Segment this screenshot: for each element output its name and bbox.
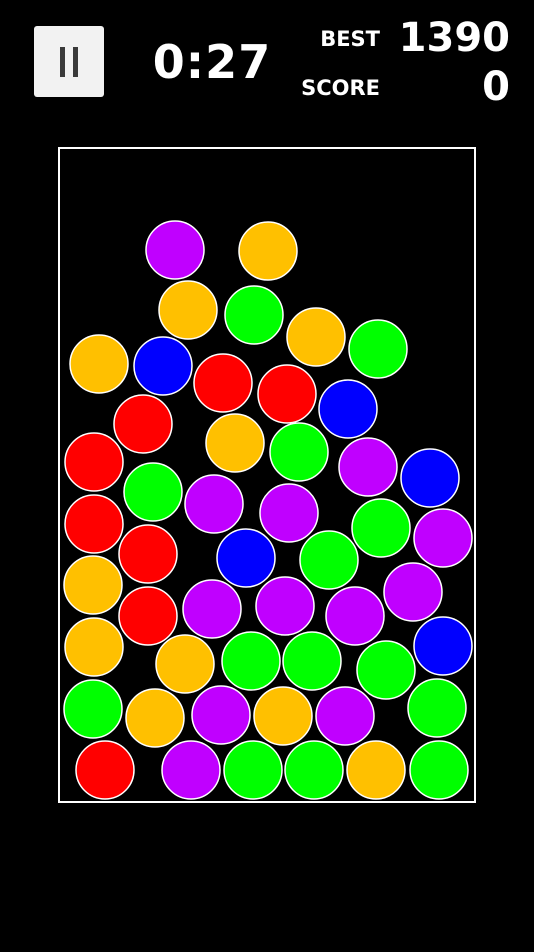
green-ball[interactable]	[224, 285, 284, 345]
green-ball[interactable]	[299, 530, 359, 590]
blue-ball[interactable]	[413, 616, 473, 676]
purple-ball[interactable]	[182, 579, 242, 639]
blue-ball[interactable]	[318, 379, 378, 439]
green-ball[interactable]	[351, 498, 411, 558]
purple-ball[interactable]	[191, 685, 251, 745]
red-ball[interactable]	[64, 494, 124, 554]
orange-ball[interactable]	[158, 280, 218, 340]
orange-ball[interactable]	[63, 555, 123, 615]
green-ball[interactable]	[348, 319, 408, 379]
purple-ball[interactable]	[145, 220, 205, 280]
orange-ball[interactable]	[253, 686, 313, 746]
red-ball[interactable]	[118, 586, 178, 646]
red-ball[interactable]	[75, 740, 135, 800]
green-ball[interactable]	[123, 462, 183, 522]
orange-ball[interactable]	[64, 617, 124, 677]
blue-ball[interactable]	[133, 336, 193, 396]
red-ball[interactable]	[257, 364, 317, 424]
orange-ball[interactable]	[155, 634, 215, 694]
purple-ball[interactable]	[315, 686, 375, 746]
game-board[interactable]	[58, 147, 476, 803]
orange-ball[interactable]	[346, 740, 406, 800]
blue-ball[interactable]	[400, 448, 460, 508]
green-ball[interactable]	[284, 740, 344, 800]
orange-ball[interactable]	[205, 413, 265, 473]
green-ball[interactable]	[63, 679, 123, 739]
purple-ball[interactable]	[383, 562, 443, 622]
red-ball[interactable]	[118, 524, 178, 584]
balls-layer	[63, 220, 473, 800]
green-ball[interactable]	[356, 640, 416, 700]
green-ball[interactable]	[269, 422, 329, 482]
green-ball[interactable]	[407, 678, 467, 738]
green-ball[interactable]	[409, 740, 469, 800]
purple-ball[interactable]	[325, 586, 385, 646]
purple-ball[interactable]	[161, 740, 221, 800]
red-ball[interactable]	[113, 394, 173, 454]
purple-ball[interactable]	[259, 483, 319, 543]
red-ball[interactable]	[193, 353, 253, 413]
red-ball[interactable]	[64, 432, 124, 492]
purple-ball[interactable]	[413, 508, 473, 568]
orange-ball[interactable]	[125, 688, 185, 748]
green-ball[interactable]	[221, 631, 281, 691]
purple-ball[interactable]	[255, 576, 315, 636]
blue-ball[interactable]	[216, 528, 276, 588]
orange-ball[interactable]	[238, 221, 298, 281]
green-ball[interactable]	[223, 740, 283, 800]
orange-ball[interactable]	[69, 334, 129, 394]
purple-ball[interactable]	[184, 474, 244, 534]
green-ball[interactable]	[282, 631, 342, 691]
purple-ball[interactable]	[338, 437, 398, 497]
orange-ball[interactable]	[286, 307, 346, 367]
